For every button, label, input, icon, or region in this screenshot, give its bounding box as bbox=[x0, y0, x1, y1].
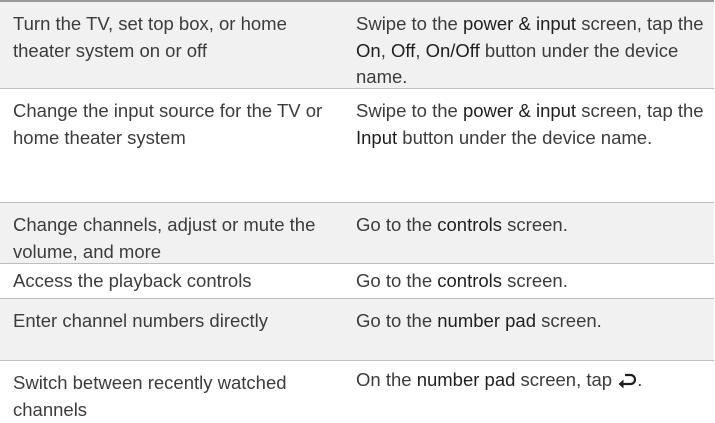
action-cell: Change channels, adjust or mute the volu… bbox=[13, 214, 316, 262]
ui-term: controls bbox=[437, 270, 503, 291]
howto-cell: Go to the controls screen. bbox=[353, 203, 714, 263]
table-row: Access the playback controls Go to the c… bbox=[0, 264, 714, 299]
ui-term: power & input bbox=[462, 13, 577, 34]
text-segment: screen. bbox=[502, 270, 568, 291]
text-segment: Swipe to the bbox=[356, 100, 463, 121]
table-row: Change the input source for the TV or ho… bbox=[0, 89, 714, 203]
action-cell: Turn the TV, set top box, or home theate… bbox=[13, 13, 287, 61]
text-segment: Go to the bbox=[356, 310, 438, 331]
ui-term: number pad bbox=[416, 369, 516, 390]
text-segment: , bbox=[380, 39, 391, 61]
text-segment: Go to the bbox=[356, 270, 438, 291]
table-row: Switch between recently watched channels… bbox=[0, 361, 714, 420]
ui-term: Off bbox=[390, 39, 416, 61]
action-cell: Switch between recently watched channels bbox=[13, 372, 287, 420]
table-row: Turn the TV, set top box, or home theate… bbox=[0, 2, 714, 89]
table-row: Enter channel numbers directly Go to the… bbox=[0, 299, 714, 361]
text-segment: . bbox=[637, 369, 643, 390]
text-segment: , bbox=[415, 39, 426, 61]
text-segment: screen, tap the bbox=[576, 13, 704, 34]
action-cell: Enter channel numbers directly bbox=[13, 310, 269, 331]
howto-cell: Swipe to the power & input screen, tap t… bbox=[353, 2, 714, 88]
text-segment: On the bbox=[356, 369, 417, 390]
howto-cell: Go to the number pad screen. bbox=[353, 299, 714, 360]
howto-cell: On the number pad screen, tap . bbox=[353, 361, 714, 414]
ui-term: On bbox=[356, 39, 381, 61]
ui-term: number pad bbox=[437, 310, 536, 331]
text-segment: screen. bbox=[502, 214, 568, 235]
table-row: Change channels, adjust or mute the volu… bbox=[0, 203, 714, 264]
instructions-table: Turn the TV, set top box, or home theate… bbox=[0, 0, 714, 420]
action-cell: Access the playback controls bbox=[13, 270, 252, 291]
return-arrow-icon bbox=[618, 373, 637, 389]
text-segment: Swipe to the bbox=[356, 13, 463, 34]
howto-cell: Go to the controls screen. bbox=[353, 264, 714, 298]
text-segment: screen. bbox=[535, 310, 602, 331]
action-cell: Change the input source for the TV or ho… bbox=[13, 100, 323, 148]
ui-term: On/Off bbox=[425, 39, 480, 61]
ui-term: controls bbox=[437, 214, 503, 235]
text-segment: Go to the bbox=[356, 214, 438, 235]
ui-term: Input bbox=[356, 126, 398, 148]
text-segment: screen, tap the bbox=[576, 100, 704, 121]
howto-cell: Swipe to the power & input screen, tap t… bbox=[353, 89, 714, 202]
text-segment: button under the device name. bbox=[397, 126, 653, 148]
text-segment: screen, tap bbox=[515, 369, 618, 390]
ui-term: power & input bbox=[462, 100, 577, 121]
